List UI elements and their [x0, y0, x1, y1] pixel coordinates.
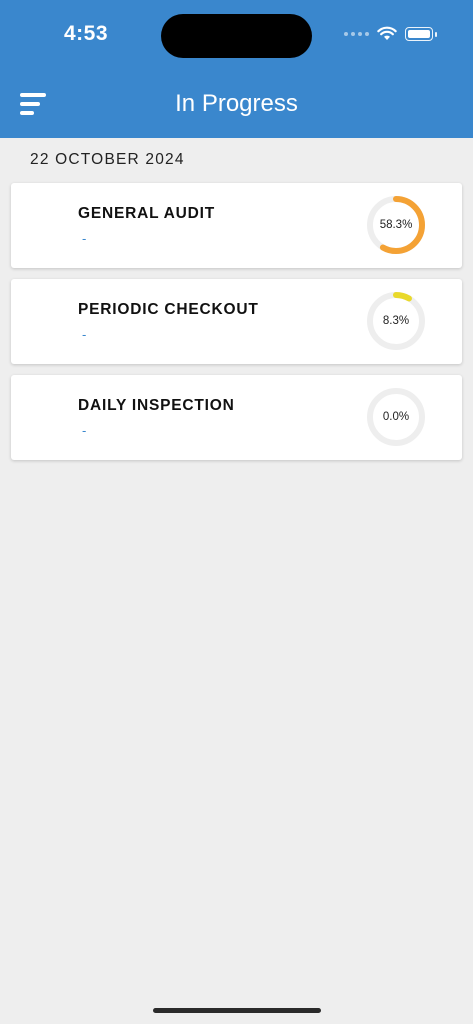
progress-percent: 0.0%	[382, 411, 410, 423]
list-item-title: GENERAL AUDIT	[78, 205, 215, 222]
status-icons	[344, 26, 437, 41]
app-header: 4:53 In Progress	[0, 0, 473, 138]
date-group-label: 22 OCTOBER 2024	[30, 151, 185, 168]
list-item[interactable]: DAILY INSPECTION - 0.0%	[11, 375, 462, 460]
battery-icon	[405, 26, 437, 41]
list-item-title: PERIODIC CHECKOUT	[78, 301, 259, 318]
progress-ring: 0.0%	[366, 387, 426, 447]
wifi-icon	[377, 26, 397, 40]
list-item-subtitle: -	[82, 327, 87, 342]
page-title: In Progress	[175, 90, 298, 117]
home-indicator[interactable]	[153, 1008, 321, 1013]
progress-ring: 8.3%	[366, 291, 426, 351]
list-item-title: DAILY INSPECTION	[78, 397, 235, 414]
list-item[interactable]: PERIODIC CHECKOUT - 8.3%	[11, 279, 462, 364]
list-item-subtitle: -	[82, 423, 87, 438]
dynamic-island	[161, 14, 312, 58]
list-item[interactable]: GENERAL AUDIT - 58.3%	[11, 183, 462, 268]
list-item-subtitle: -	[82, 231, 87, 246]
status-time: 4:53	[64, 22, 109, 45]
cellular-signal-icon	[344, 31, 369, 36]
progress-percent: 58.3%	[379, 219, 413, 231]
progress-percent: 8.3%	[382, 315, 410, 327]
progress-ring: 58.3%	[366, 195, 426, 255]
